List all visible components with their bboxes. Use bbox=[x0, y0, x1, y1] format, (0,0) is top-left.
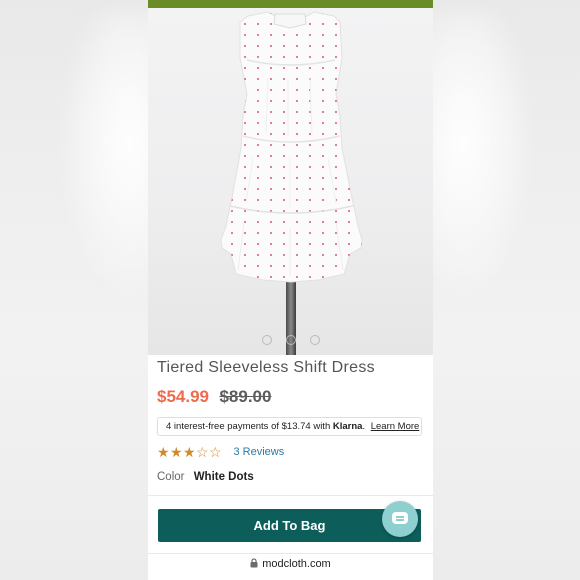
background-right-blur bbox=[433, 0, 580, 580]
carousel-dot-1[interactable] bbox=[262, 335, 272, 345]
background-left-blur bbox=[0, 0, 148, 580]
star-icon: ☆ bbox=[196, 444, 209, 460]
top-color-bar bbox=[148, 0, 433, 8]
klarna-banner[interactable]: 4 interest-free payments of $13.74 with … bbox=[157, 417, 422, 436]
browser-url-bar[interactable]: modcloth.com bbox=[148, 558, 433, 570]
color-row: Color White Dots bbox=[157, 471, 254, 483]
product-page: Tiered Sleeveless Shift Dress $54.99 $89… bbox=[148, 0, 433, 580]
original-price: $89.00 bbox=[219, 387, 272, 406]
dress-image bbox=[220, 11, 363, 355]
divider bbox=[148, 495, 433, 496]
price-row: $54.99 $89.00 bbox=[157, 387, 271, 407]
carousel-dots bbox=[258, 335, 328, 347]
chat-button[interactable] bbox=[382, 501, 418, 537]
lock-icon bbox=[250, 558, 258, 568]
star-icon: ★ bbox=[170, 444, 183, 460]
star-icon: ☆ bbox=[209, 444, 222, 460]
star-icon: ★ bbox=[157, 444, 170, 460]
reviews-link[interactable]: 3 Reviews bbox=[233, 446, 284, 458]
chat-icon bbox=[392, 512, 408, 524]
divider bbox=[148, 553, 433, 554]
klarna-brand: Klarna bbox=[332, 421, 363, 432]
product-title: Tiered Sleeveless Shift Dress bbox=[157, 359, 375, 376]
product-image[interactable] bbox=[148, 8, 433, 355]
sale-price: $54.99 bbox=[157, 387, 209, 406]
carousel-dot-2[interactable] bbox=[286, 335, 296, 345]
klarna-learn-more-link[interactable]: Learn More bbox=[371, 421, 420, 432]
klarna-suffix: . bbox=[362, 421, 366, 432]
blurred-dress-image bbox=[433, 10, 533, 300]
color-value: White Dots bbox=[193, 471, 254, 483]
klarna-text: 4 interest-free payments of $13.74 with bbox=[166, 421, 331, 432]
url-text: modcloth.com bbox=[262, 558, 331, 570]
blurred-dress-image bbox=[60, 10, 148, 300]
carousel-dot-3[interactable] bbox=[310, 335, 320, 345]
star-icon: ★ bbox=[183, 444, 196, 460]
color-label: Color bbox=[157, 471, 185, 483]
rating-row: ★★★☆☆ 3 Reviews bbox=[157, 444, 284, 460]
